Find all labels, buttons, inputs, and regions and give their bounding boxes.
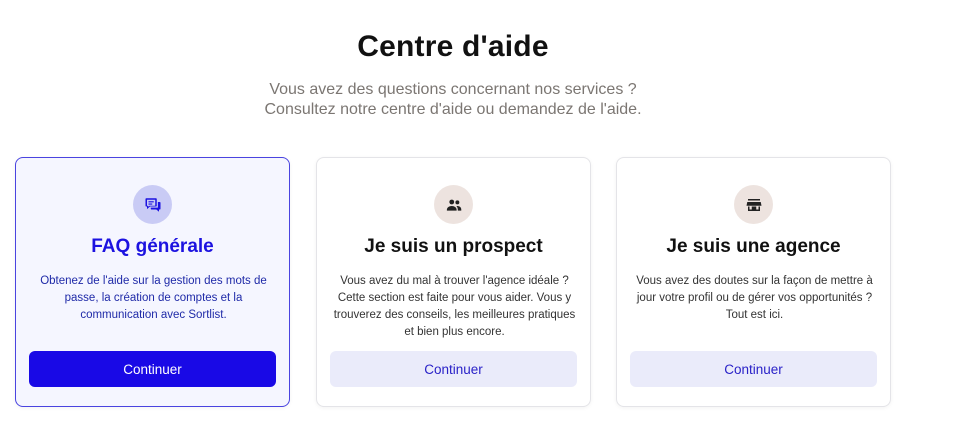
card-prospect[interactable]: Je suis un prospect Vous avez du mal à t… (316, 157, 591, 407)
card-title: Je suis une agence (666, 236, 841, 257)
people-icon (434, 185, 473, 224)
card-title: FAQ générale (91, 236, 214, 257)
card-agence[interactable]: Je suis une agence Vous avez des doutes … (616, 157, 891, 407)
continue-button-faq[interactable]: Continuer (29, 351, 276, 387)
chat-bubbles-icon (133, 185, 172, 224)
continue-button-agence[interactable]: Continuer (630, 351, 877, 387)
storefront-icon (734, 185, 773, 224)
page-title: Centre d'aide (357, 30, 549, 63)
card-faq-generale[interactable]: FAQ générale Obtenez de l'aide sur la ge… (15, 157, 290, 407)
card-description: Vous avez des doutes sur la façon de met… (636, 275, 873, 321)
card-description: Vous avez du mal à trouver l'agence idéa… (333, 275, 576, 338)
subtitle-line-1: Vous avez des questions concernant nos s… (269, 81, 637, 98)
continue-button-prospect[interactable]: Continuer (330, 351, 577, 387)
card-description: Obtenez de l'aide sur la gestion des mot… (40, 275, 267, 321)
help-center-page: Centre d'aide Vous avez des questions co… (0, 0, 956, 425)
subtitle-line-2: Consultez notre centre d'aide ou demande… (264, 101, 642, 118)
card-title: Je suis un prospect (364, 236, 543, 257)
page-subtitle: Vous avez des questions concernant nos s… (0, 80, 906, 120)
